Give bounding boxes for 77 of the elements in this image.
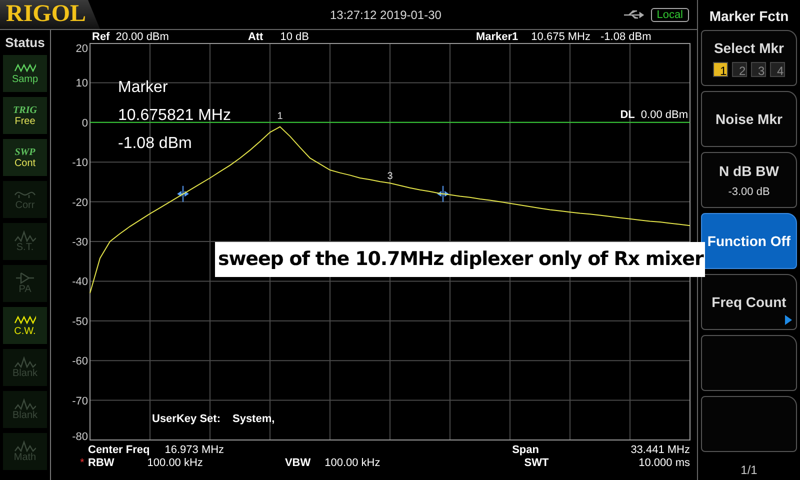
softkey-value: -3.00 dB: [728, 186, 770, 198]
y-axis-label: -10: [72, 157, 88, 170]
att-label: Att: [248, 32, 264, 43]
y-axis-label: 20: [76, 43, 88, 55]
vbw-label: VBW: [284, 456, 311, 468]
marker-amplitude: -1.08 dBm: [600, 32, 652, 43]
y-axis-label: -60: [72, 356, 88, 368]
page-indicator: 1/1: [740, 463, 758, 477]
marker-readout: -1.08 dBm: [118, 134, 193, 154]
attenuation: 10 dB: [280, 32, 309, 43]
y-axis-label: -20: [72, 196, 88, 209]
rbw-value: 100.00 kHz: [147, 456, 203, 468]
rbw-label: RBW: [88, 456, 114, 468]
y-axis-label: 10: [76, 78, 88, 90]
center-frequency: 16.973 MHz: [164, 444, 224, 456]
y-axis-label: -70: [72, 395, 88, 408]
waveform-icon: [14, 314, 36, 326]
waveform-icon: [14, 62, 36, 74]
waveform-icon: [14, 356, 36, 368]
span-value: 33.441 MHz: [630, 444, 690, 456]
marker-readout: Marker: [118, 78, 169, 98]
ref-level: 20.00 dBm: [116, 32, 169, 43]
menu-title: Marker Fctn: [709, 8, 789, 24]
swt-value: 10.000 ms: [638, 456, 690, 468]
waveform-icon: [14, 398, 36, 410]
rigol-logo: RIGOL: [0, 0, 100, 29]
softkey[interactable]: N dB BW -3.00 dB: [701, 152, 797, 208]
status-tag: SWP: [14, 146, 36, 158]
status-label: Cont: [14, 158, 36, 168]
marker-select-button[interactable]: 3: [751, 62, 766, 76]
y-axis-label: 0: [82, 117, 88, 130]
swt-label: SWT: [524, 456, 549, 468]
bandwidth-marker-icon: [178, 185, 188, 202]
y-axis-label: -50: [72, 316, 88, 328]
marker-number: 3: [387, 171, 393, 182]
asterisk-label: *: [80, 456, 86, 468]
vbw-value: 100.00 kHz: [324, 456, 380, 468]
status-indicator[interactable]: TRIG Free: [3, 97, 47, 134]
marker-label: Marker1: [476, 32, 518, 43]
y-axis-label: -30: [72, 236, 88, 248]
softkey-label: Select Mkr: [714, 40, 784, 56]
marker-select-button[interactable]: 4: [770, 62, 785, 76]
empty-softkey[interactable]: [701, 335, 797, 391]
status-label: Free: [14, 116, 36, 126]
bandwidth-marker-icon: [438, 185, 448, 202]
date-time: 13:27:12 2019-01-30: [330, 8, 442, 22]
waveform-icon: [14, 440, 36, 452]
marker-number: 1: [277, 110, 283, 122]
waveform-icon: [14, 230, 36, 242]
amplifier-icon: [14, 272, 36, 284]
softkey[interactable]: Noise Mkr: [701, 91, 797, 147]
status-label: Samp: [12, 74, 38, 85]
span-label: Span: [512, 444, 539, 456]
status-tag: TRIG: [13, 104, 37, 116]
status-indicator[interactable]: C.W.: [3, 307, 47, 344]
userkey-value: System,: [232, 413, 275, 425]
display-line-value: 0.00 dBm: [640, 109, 688, 121]
marker-select-button[interactable]: 2: [732, 62, 747, 76]
y-axis-label: -80: [72, 431, 88, 443]
usb-icon: [622, 8, 645, 20]
marker-frequency: 10.675 MHz: [531, 32, 590, 43]
caption-text: sweep of the 10.7MHz diplexer only of Rx mixer: [215, 242, 705, 277]
status-title: Status: [5, 35, 45, 50]
marker-select-button[interactable]: 1: [713, 62, 728, 76]
y-axis-label: -40: [72, 276, 88, 288]
marker-readout: 10.675821 MHz: [118, 106, 231, 126]
status-indicator[interactable]: SWP Cont: [3, 139, 47, 176]
userkey-label: UserKey Set:: [152, 413, 220, 425]
display-line-label: DL: [620, 109, 635, 121]
status-indicator[interactable]: Samp: [3, 55, 47, 92]
softkey[interactable]: Freq Count: [701, 274, 797, 330]
empty-softkey[interactable]: [701, 396, 797, 452]
center-freq-label: Center Freq: [88, 444, 150, 456]
submenu-arrow-icon: [785, 315, 792, 325]
status-label: C.W.: [14, 326, 36, 337]
ref-label: Ref: [92, 32, 110, 43]
local-badge: Local: [650, 8, 689, 22]
